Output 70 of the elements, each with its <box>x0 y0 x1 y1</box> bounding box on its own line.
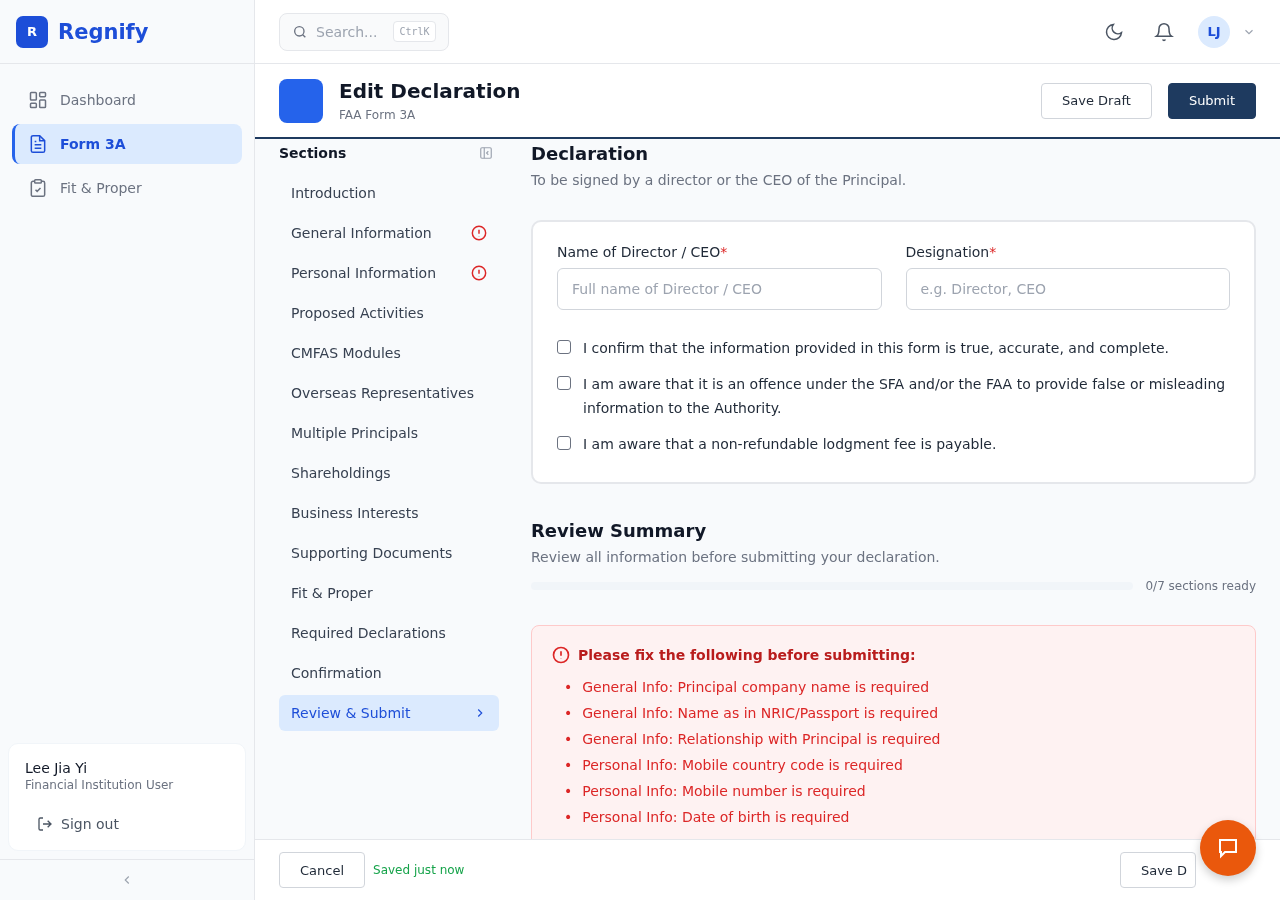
bullet-mark: • <box>564 704 573 723</box>
dashboard-grid-icon <box>28 90 48 110</box>
search-icon <box>292 23 308 40</box>
page-icon-block <box>279 78 323 123</box>
section-item[interactable]: Introduction <box>279 175 499 211</box>
sign-out-icon <box>37 816 53 832</box>
declaration-description: To be signed by a director or the CEO of the Principal. <box>531 172 908 188</box>
chat-bubble-icon <box>1216 836 1240 860</box>
save-draft-button[interactable]: Save D <box>1119 852 1196 888</box>
section-item[interactable]: Supporting Documents <box>279 535 499 571</box>
save-status: Saved just now <box>373 863 465 877</box>
logo-icon: R <box>16 15 48 48</box>
error-title: Please fix the following before submitting: <box>578 647 916 663</box>
user-avatar[interactable]: LJ <box>1198 15 1230 48</box>
checkbox-label: I am aware that a non-refundable lodgment fee is payable. <box>583 435 997 454</box>
nav-item[interactable]: Dashboard <box>12 80 242 120</box>
save-draft-button[interactable]: Save Draft <box>1041 82 1152 119</box>
section-item[interactable]: Shareholdings <box>279 455 499 491</box>
bullet-mark: • <box>564 678 573 697</box>
checkbox-label: I am aware that it is an offence under the SFA and/or the FAA to provide false or misleading information to the Authority. <box>583 375 1227 418</box>
moon-icon[interactable] <box>1104 21 1124 42</box>
user-role: Financial Institution User <box>25 778 175 792</box>
submit-button[interactable]: Submit <box>1167 82 1256 119</box>
notification-bell-icon[interactable] <box>1154 21 1174 42</box>
error-item: General Info: Principal company name is required <box>582 678 930 697</box>
bullet-mark: • <box>564 756 573 775</box>
checkbox[interactable] <box>557 376 571 390</box>
section-item[interactable]: Business Interests <box>279 495 499 531</box>
section-item[interactable]: Multiple Principals <box>279 415 499 451</box>
brand-name: Regnify <box>58 19 149 44</box>
review-description: Review all information before submitting your declaration. <box>531 549 941 565</box>
checkbox[interactable] <box>557 340 571 354</box>
text-input-field[interactable]: e.g. Director, CEO <box>905 268 1230 310</box>
field-label: Designation* <box>905 244 998 260</box>
document-icon <box>28 134 48 154</box>
nav-item[interactable]: Form 3A <box>12 124 242 164</box>
shortcut-hint: CtrlK <box>393 21 436 42</box>
section-item[interactable]: Personal Information <box>279 255 499 291</box>
error-item: General Info: Name as in NRIC/Passport is required <box>582 704 939 723</box>
bullet-mark: • <box>564 730 573 749</box>
declaration-heading: Declaration <box>531 143 650 164</box>
section-item[interactable]: Overseas Representatives <box>279 375 499 411</box>
sign-out-button[interactable]: Sign out <box>25 810 131 838</box>
bullet-mark: • <box>564 808 573 827</box>
cancel-button[interactable]: Cancel <box>279 852 366 888</box>
field-label: Name of Director / CEO* <box>557 244 729 260</box>
section-item[interactable]: General Information <box>279 215 499 251</box>
progress-reading: 0/7 sections ready <box>1145 579 1256 593</box>
user-name: Lee Jia Yi <box>25 760 89 776</box>
error-alert-icon <box>552 646 570 664</box>
section-item[interactable]: Required Declarations <box>279 615 499 651</box>
clipboard-check-icon <box>28 178 48 198</box>
error-item: Personal Info: Mobile country code is required <box>582 756 903 775</box>
error-item: Personal Info: Mobile number is required <box>582 782 866 801</box>
checkbox[interactable] <box>557 436 571 450</box>
section-item[interactable]: Fit & Proper <box>279 575 499 611</box>
sections-heading: Sections <box>279 145 347 161</box>
section-item[interactable]: Review & Submit <box>279 695 499 731</box>
checkbox-label: I confirm that the information provided in this form is true, accurate, and complete. <box>583 339 1169 358</box>
page-subtitle: FAA Form 3A <box>339 108 417 122</box>
error-item: General Info: Relationship with Principal is required <box>582 730 941 749</box>
section-item[interactable]: Confirmation <box>279 655 499 691</box>
review-heading: Review Summary <box>531 520 708 541</box>
bullet-mark: • <box>564 782 573 801</box>
section-item[interactable]: Proposed Activities <box>279 295 499 331</box>
section-item[interactable]: CMFAS Modules <box>279 335 499 371</box>
nav-item[interactable]: Fit & Proper <box>12 168 242 208</box>
error-item: Personal Info: Date of birth is required <box>582 808 850 827</box>
text-input-field[interactable]: Full name of Director / CEO <box>557 268 882 310</box>
page-title: Edit Declaration <box>339 79 521 103</box>
